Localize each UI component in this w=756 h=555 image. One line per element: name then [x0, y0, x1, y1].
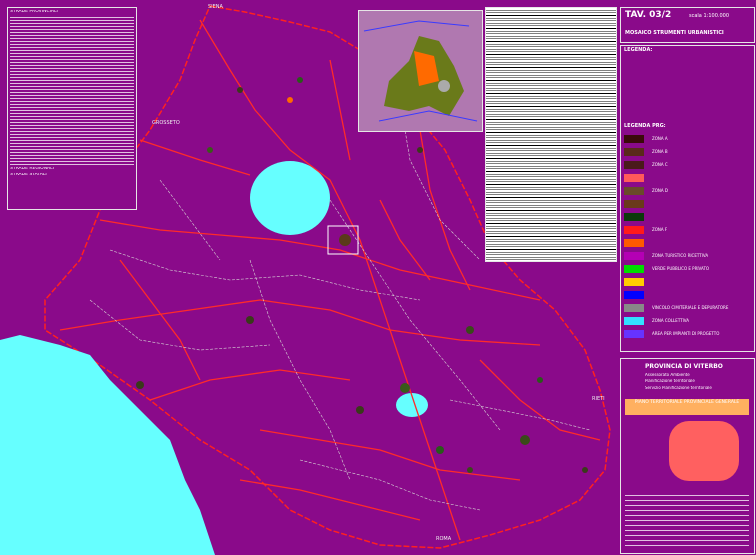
legend-prg-heading: LEGENDA PRG:: [624, 123, 666, 129]
map-subtitle: MOSAICO STRUMENTI URBANISTICI: [625, 30, 724, 36]
sea: [0, 335, 215, 555]
map-scale: scala 1:100.000: [689, 13, 730, 19]
map-viewer: SIENA GROSSETO RIETI ROMA STRADE PROVINC…: [0, 0, 756, 555]
legend-swatch: [624, 329, 644, 338]
legend-label: ZONA D: [652, 188, 668, 193]
legend-item: ZONA A: [624, 132, 750, 145]
label-roma: ROMA: [436, 536, 452, 542]
legend-swatch: [624, 238, 644, 247]
legend-swatch: [624, 316, 644, 325]
inset-map-canvas: [359, 11, 482, 131]
strade-regionali-heading: STRADE REGIONALI: [10, 167, 54, 171]
legend-item: [624, 210, 750, 223]
legend-label: ZONA A: [652, 136, 668, 141]
provincia-line1: Assessorato Ambiente: [645, 373, 690, 377]
table-number: TAV. 03/2: [625, 10, 672, 20]
legend-item: VERDE PUBBLICO E PRIVATO: [624, 262, 750, 275]
plan-title: PIANO TERRITORIALE PROVINCIALE GENERALE: [625, 399, 749, 415]
legend-item: ZONA TURISTICO RICETTIVA: [624, 249, 750, 262]
credits-block: [625, 491, 749, 547]
provincia-line3: Servizio Pianificazione territoriale: [645, 386, 712, 390]
legend-item: ZONA COLLETTIVA: [624, 314, 750, 327]
legend-item: ZONA F: [624, 223, 750, 236]
legend-item: AREA PER IMPIANTI DI PROGETTO: [624, 327, 750, 340]
strade-provinciali-heading: STRADE PROVINCIALI: [10, 10, 58, 14]
data-table: [485, 7, 617, 262]
legend-item: [624, 197, 750, 210]
legend-swatch: [624, 251, 644, 260]
legend-swatch: [624, 199, 644, 208]
legend-prg-list: ZONA A ZONA B ZONA C ZONA D ZONA F ZONA TURIS…: [624, 132, 750, 340]
legend-swatch: [624, 186, 644, 195]
title-block: TAV. 03/2 scala 1:100.000 MOSAICO STRUME…: [620, 7, 755, 43]
data-table-rows: [486, 8, 616, 261]
legend-heading: LEGENDA:: [624, 47, 653, 53]
legend-label: ZONA B: [652, 149, 668, 154]
label-grosseto: GROSSETO: [152, 120, 180, 126]
legend-panel: LEGENDA: LEGENDA PRG: ZONA A ZONA B ZONA C…: [620, 45, 755, 352]
legend-swatch: [624, 290, 644, 299]
road-list-panel: STRADE PROVINCIALI STRADE REGIONALI STRA…: [7, 7, 137, 210]
legend-item: [624, 171, 750, 184]
inset-map: [358, 10, 483, 132]
legend-label: AREA PER IMPIANTI DI PROGETTO: [652, 331, 720, 336]
legend-swatch: [624, 303, 644, 312]
province-thumbnail: [669, 421, 739, 481]
road-list: [10, 15, 134, 166]
strade-statali-heading: STRADE STATALI: [10, 172, 47, 177]
legend-item: ZONA B: [624, 145, 750, 158]
label-rieti: RIETI: [592, 396, 605, 402]
legend-item: [624, 288, 750, 301]
legend-label: ZONA C: [652, 162, 668, 167]
legend-swatch: [624, 160, 644, 169]
provincia-panel: PROVINCIA DI VITERBO Assessorato Ambient…: [620, 358, 755, 554]
legend-label: ZONA F: [652, 227, 668, 232]
lake-bolsena: [250, 161, 330, 235]
provincia-name: PROVINCIA DI VITERBO: [645, 363, 723, 370]
provincia-line2: Pianificazione territoriale: [645, 379, 695, 383]
legend-swatch: [624, 212, 644, 221]
legend-swatch: [624, 225, 644, 234]
legend-label: VINCOLO CIMITERIALE E DEPURATORE: [652, 305, 729, 310]
legend-swatch: [624, 173, 644, 182]
legend-item: ZONA D: [624, 184, 750, 197]
legend-item: [624, 236, 750, 249]
label-siena: SIENA: [208, 4, 223, 10]
legend-item: VINCOLO CIMITERIALE E DEPURATORE: [624, 301, 750, 314]
legend-label: ZONA COLLETTIVA: [652, 318, 690, 323]
legend-label: ZONA TURISTICO RICETTIVA: [652, 253, 709, 258]
legend-item: ZONA C: [624, 158, 750, 171]
legend-swatch: [624, 134, 644, 143]
legend-swatch: [624, 277, 644, 286]
legend-swatch: [624, 264, 644, 273]
legend-label: VERDE PUBBLICO E PRIVATO: [652, 266, 710, 271]
legend-swatch: [624, 147, 644, 156]
legend-item: [624, 275, 750, 288]
